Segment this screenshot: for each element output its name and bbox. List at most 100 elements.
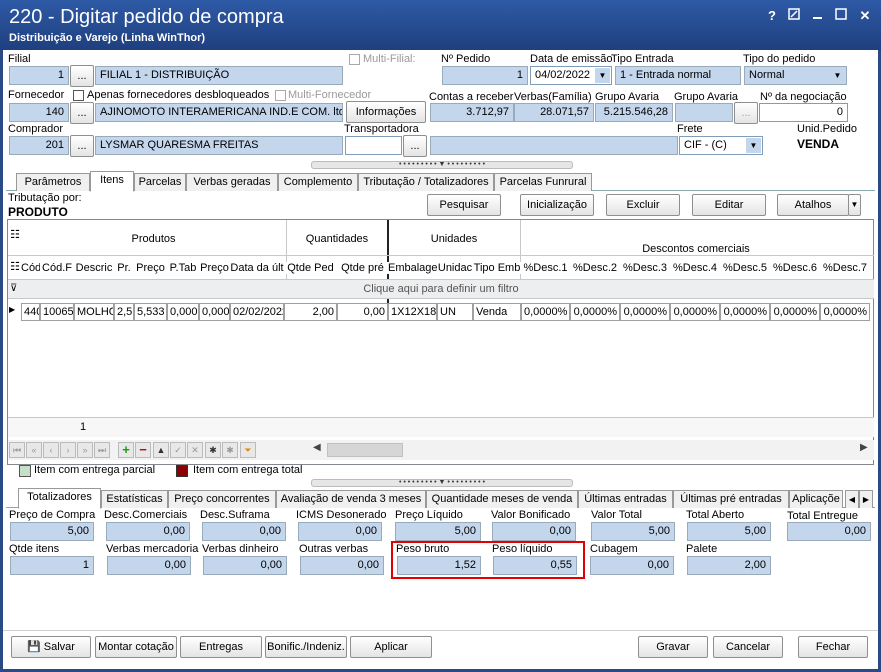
scroll-left-icon[interactable]: ◀	[313, 442, 325, 458]
add-record-icon[interactable]: +	[118, 442, 134, 458]
data-emissao-field[interactable]: 04/02/2022 ▼	[530, 66, 612, 85]
table-cell[interactable]: 0,0000%	[620, 303, 670, 321]
chevron-down-icon[interactable]: ▼	[746, 138, 761, 153]
tab-ultimas-pre-entradas[interactable]: Últimas pré entradas	[673, 490, 789, 508]
filter-row[interactable]: ⊽ Clique aqui para definir um filtro	[8, 279, 874, 299]
scroll-right-icon[interactable]: ▶	[860, 442, 872, 458]
gravar-button[interactable]: Gravar	[638, 636, 708, 658]
filial-lookup-button[interactable]: ...	[70, 65, 94, 87]
column-header[interactable]: P.Tab	[167, 262, 199, 274]
table-cell[interactable]: 0,000	[167, 303, 199, 321]
horizontal-scrollbar-thumb[interactable]	[327, 443, 403, 457]
cancel-record-icon[interactable]: ✕	[187, 442, 203, 458]
bonific-indeniz-button[interactable]: Bonific./Indeniz.	[265, 636, 347, 658]
table-cell[interactable]: 0,0000%	[570, 303, 620, 321]
table-cell[interactable]: 0,0000%	[670, 303, 720, 321]
delete-record-icon[interactable]: −	[135, 442, 151, 458]
cancelar-button[interactable]: Cancelar	[713, 636, 783, 658]
atalhos-dropdown-icon[interactable]: ▼	[848, 194, 861, 216]
close-icon[interactable]: ✕	[857, 8, 873, 24]
table-cell[interactable]: 0,000	[199, 303, 230, 321]
column-header[interactable]: Preço	[199, 262, 230, 274]
tab-estatisticas[interactable]: Estatísticas	[101, 490, 168, 508]
aplicar-button[interactable]: Aplicar	[350, 636, 432, 658]
montar-cotacao-button[interactable]: Montar cotação	[95, 636, 177, 658]
tab-scroll-left-icon[interactable]: ◀	[845, 490, 859, 508]
comprador-lookup-button[interactable]: ...	[70, 135, 94, 157]
frete-select[interactable]: CIF - (C) ▼	[679, 136, 763, 155]
table-cell[interactable]: MOLHO	[74, 303, 114, 321]
splitter-handle[interactable]: • • • • • • • • • ▼ • • • • • • • • •	[311, 161, 573, 169]
tab-parcelas-funrural[interactable]: Parcelas Funrural	[494, 173, 592, 191]
filter-toggle-icon[interactable]: ⏷	[240, 442, 256, 458]
tab-preco-concorrentes[interactable]: Preço concorrentes	[168, 490, 276, 508]
tab-ultimas-entradas[interactable]: Últimas entradas	[578, 490, 673, 508]
table-cell[interactable]: 1X12X180	[388, 303, 437, 321]
transportadora-code-field[interactable]	[345, 136, 402, 155]
chevron-down-icon[interactable]: ▼	[830, 68, 845, 83]
salvar-button[interactable]: 💾 Salvar	[11, 636, 91, 658]
table-cell[interactable]: 2,5	[114, 303, 134, 321]
fornecedor-code-field[interactable]: 140	[9, 103, 69, 122]
table-cell[interactable]: 10065	[40, 303, 74, 321]
excluir-button[interactable]: Excluir	[606, 194, 680, 216]
comprador-code-field[interactable]: 201	[9, 136, 69, 155]
refresh-icon[interactable]: ✱	[205, 442, 221, 458]
tab-totalizadores[interactable]: Totalizadores	[18, 488, 101, 509]
column-header[interactable]: Embalage	[388, 262, 437, 274]
calendar-dropdown-icon[interactable]: ▼	[595, 68, 610, 83]
column-header[interactable]: Preço	[134, 262, 167, 274]
first-page-icon[interactable]: ⏮	[9, 442, 25, 458]
inicializacao-button[interactable]: Inicialização	[520, 194, 594, 216]
fechar-button[interactable]: Fechar	[798, 636, 868, 658]
table-cell[interactable]: 0,0000%	[521, 303, 570, 321]
prev-record-icon[interactable]: ‹	[43, 442, 59, 458]
next-record-icon[interactable]: ›	[60, 442, 76, 458]
fornecedor-lookup-button[interactable]: ...	[70, 102, 94, 124]
informacoes-button[interactable]: Informações	[346, 101, 426, 123]
tipo-pedido-select[interactable]: Normal ▼	[744, 66, 847, 85]
column-chooser-icon[interactable]: ☷	[9, 228, 21, 241]
minimize-icon[interactable]	[810, 8, 826, 24]
restore-icon[interactable]	[786, 8, 802, 24]
atalhos-button[interactable]: Atalhos	[777, 194, 849, 216]
column-header[interactable]: Qtde Ped	[284, 262, 337, 274]
entregas-button[interactable]: Entregas	[180, 636, 262, 658]
table-cell[interactable]: 0,0000%	[720, 303, 770, 321]
column-header[interactable]: Tipo Emb	[473, 262, 521, 274]
multi-filial-checkbox[interactable]	[349, 54, 360, 65]
tab-parametros[interactable]: Parâmetros	[16, 173, 90, 191]
table-cell[interactable]: 0,0000%	[770, 303, 820, 321]
tab-avaliacao-venda[interactable]: Avaliação de venda 3 meses	[276, 490, 426, 508]
table-cell[interactable]: 02/02/2022	[230, 303, 284, 321]
tab-aplicacoes[interactable]: Aplicaçõe	[789, 490, 843, 508]
pedido-field[interactable]: 1	[442, 66, 528, 85]
column-header[interactable]: Unidac	[437, 262, 473, 274]
column-header[interactable]: Cód.F	[40, 262, 74, 274]
column-header[interactable]: %Desc.7	[820, 262, 870, 274]
last-page-icon[interactable]: ⏭	[94, 442, 110, 458]
prev-page-icon[interactable]: «	[26, 442, 42, 458]
maximize-icon[interactable]	[833, 8, 849, 24]
bookmark-icon[interactable]: ✱	[222, 442, 238, 458]
column-header[interactable]: %Desc.3	[620, 262, 670, 274]
help-button[interactable]: ?	[764, 8, 780, 24]
column-header[interactable]: Pr.	[114, 262, 134, 274]
filial-code-field[interactable]: 1	[9, 66, 69, 85]
tab-complemento[interactable]: Complemento	[278, 173, 358, 191]
grupo-avaria-field-2[interactable]	[675, 103, 733, 122]
table-cell[interactable]: 5,533	[134, 303, 167, 321]
column-header[interactable]: %Desc.2	[570, 262, 620, 274]
table-cell[interactable]: 440	[21, 303, 40, 321]
column-header[interactable]: %Desc.1	[521, 262, 570, 274]
tab-quantidade-meses[interactable]: Quantidade meses de venda	[426, 490, 578, 508]
grupo-avaria-lookup-button[interactable]: ...	[734, 102, 758, 124]
post-record-icon[interactable]: ✓	[170, 442, 186, 458]
column-header[interactable]: Descric	[74, 262, 114, 274]
grid-settings-icon[interactable]: ☷	[9, 260, 21, 273]
tipo-entrada-field[interactable]: 1 - Entrada normal	[615, 66, 741, 85]
tab-parcelas[interactable]: Parcelas	[134, 173, 186, 191]
negociacao-field[interactable]: 0	[759, 103, 848, 122]
pesquisar-button[interactable]: Pesquisar	[427, 194, 501, 216]
column-header[interactable]: %Desc.6	[770, 262, 820, 274]
